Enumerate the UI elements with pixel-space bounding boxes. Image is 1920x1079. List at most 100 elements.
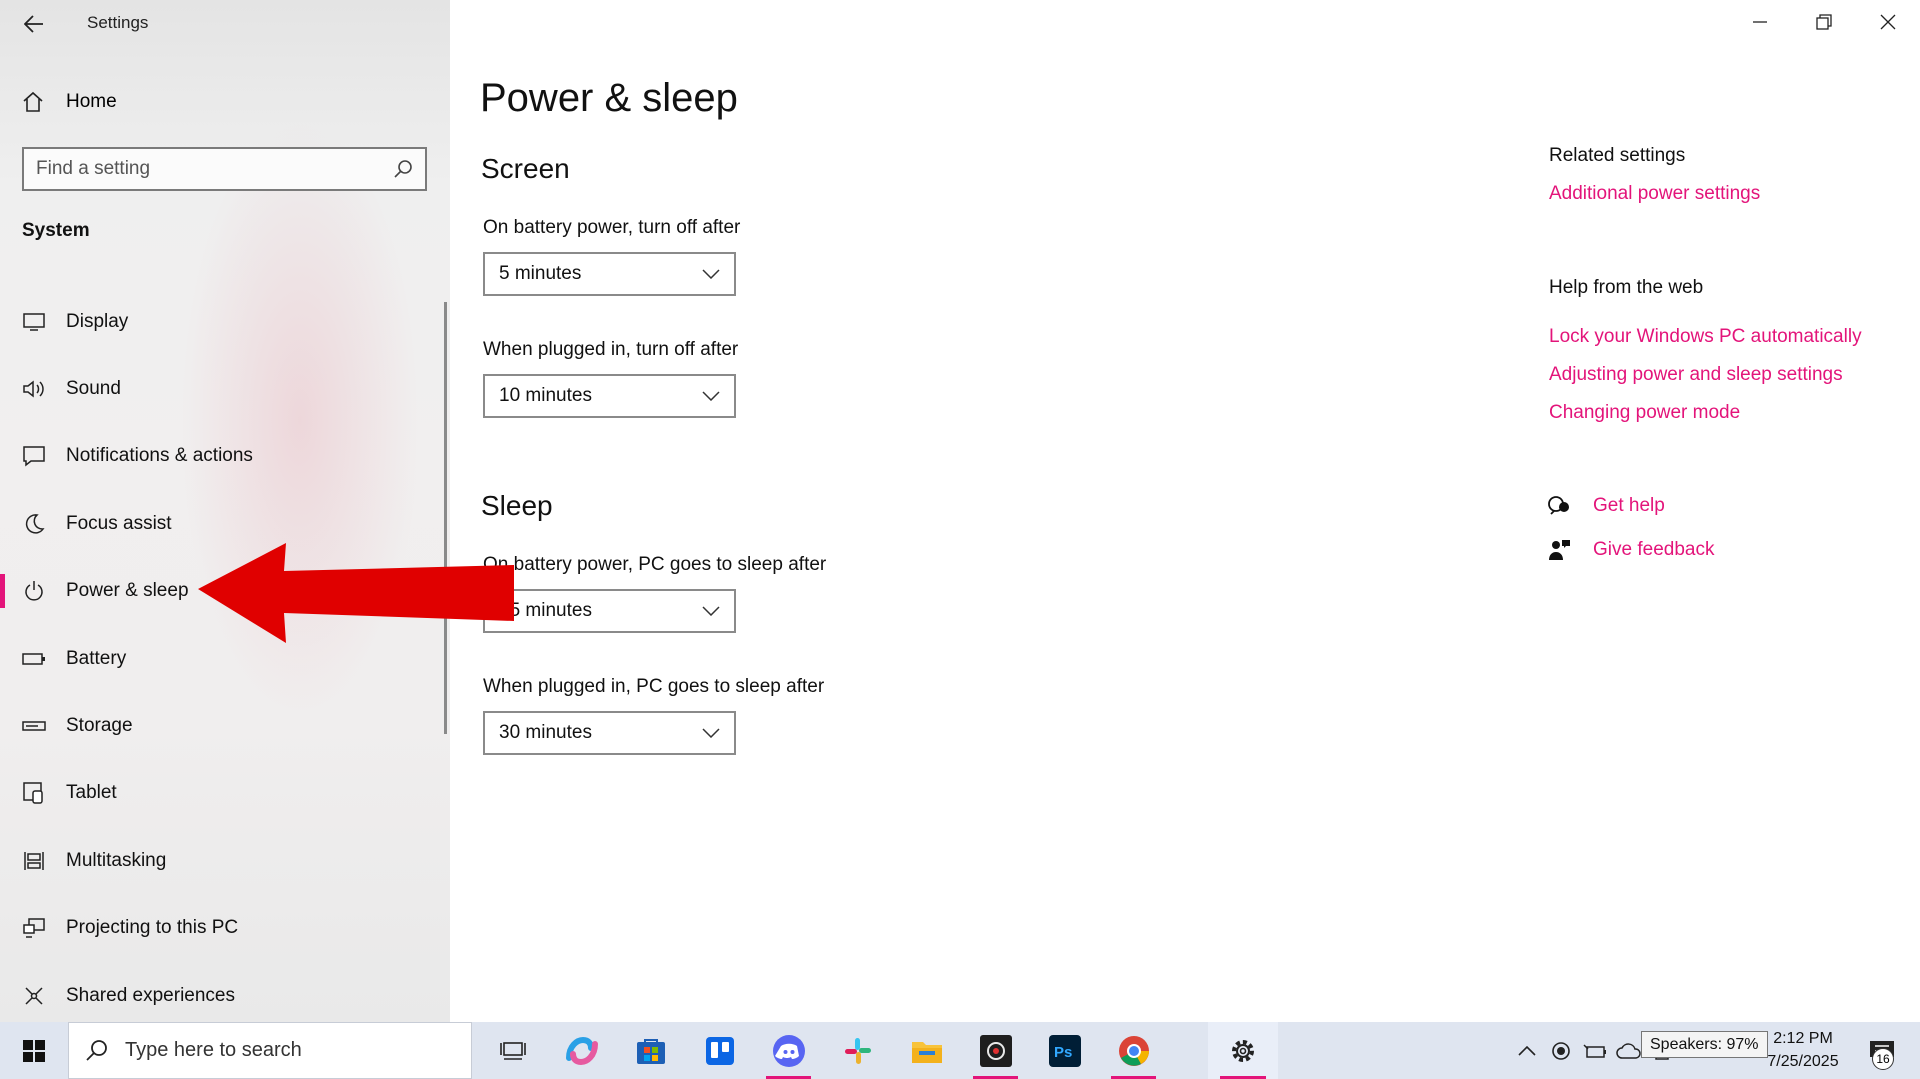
notification-count-badge: 16 [1872,1048,1894,1070]
gear-icon [1232,1039,1254,1062]
sidebar-item-projecting[interactable]: Projecting to this PC [0,895,440,962]
chevron-down-icon [702,391,720,401]
photoshop-button[interactable]: Ps [1030,1022,1099,1079]
tray-overflow-button[interactable] [1510,1022,1544,1079]
monitor-icon [22,310,46,334]
trello-icon [705,1036,734,1065]
chevron-down-icon [702,606,720,616]
task-view-button[interactable] [478,1022,547,1079]
get-help-icon [1548,496,1569,515]
screen-battery-label: On battery power, turn off after [483,217,741,238]
file-explorer-button[interactable] [892,1022,961,1079]
windows-logo-icon [23,1039,45,1062]
record-icon [1552,1041,1570,1060]
restore-button[interactable] [1792,0,1856,44]
sidebar-item-label: Battery [66,647,127,669]
tray-record-button[interactable] [1544,1022,1578,1079]
taskbar-search[interactable]: Type here to search [68,1022,472,1079]
slack-button[interactable] [823,1022,892,1079]
close-button[interactable] [1856,0,1920,44]
tablet-icon [22,781,46,805]
dropdown-value: 30 minutes [499,722,592,743]
help-from-web-heading: Help from the web [1549,277,1704,298]
svg-text:Ps: Ps [1054,1044,1072,1061]
sidebar-item-label: Focus assist [66,512,172,534]
start-button[interactable] [0,1022,68,1079]
chevron-down-icon [702,269,720,279]
settings-taskbar-button[interactable] [1208,1022,1278,1079]
sidebar-scrollbar[interactable] [444,302,447,734]
minimize-button[interactable] [1728,0,1792,44]
sidebar-nav: Display Sound Notifications & actions Fo… [0,288,440,1022]
shared-icon [22,984,46,1008]
back-button[interactable] [18,8,50,40]
search-icon [86,1039,107,1061]
taskbar: Type here to search Ps [0,1022,1920,1079]
dropdown-value: 10 minutes [499,385,592,406]
additional-power-settings-link[interactable]: Additional power settings [1549,183,1760,205]
help-link-adjust-power[interactable]: Adjusting power and sleep settings [1549,364,1843,386]
search-icon[interactable] [393,159,413,179]
discord-icon [772,1034,805,1067]
sidebar-item-sound[interactable]: Sound [0,355,440,422]
search-box[interactable] [22,147,427,191]
projector-icon [22,916,46,940]
slack-icon [844,1037,871,1064]
help-link-power-mode[interactable]: Changing power mode [1549,402,1740,424]
storage-icon [22,714,46,738]
screen-plugged-dropdown[interactable]: 10 minutes [483,374,736,418]
search-input[interactable] [36,158,393,180]
page-title: Power & sleep [480,76,738,120]
task-view-icon [499,1041,526,1060]
moon-icon [22,512,46,536]
taskbar-spacer [1168,1022,1208,1079]
get-help-row[interactable]: Get help [1547,494,1665,518]
tray-battery-button[interactable] [1578,1022,1612,1079]
section-label-system: System [22,220,90,241]
sleep-battery-dropdown[interactable]: 15 minutes [483,589,736,633]
give-feedback-row[interactable]: Give feedback [1547,538,1714,562]
sleep-plugged-dropdown[interactable]: 30 minutes [483,711,736,755]
taskbar-search-placeholder: Type here to search [125,1039,302,1061]
dropdown-value: 5 minutes [499,263,582,284]
window-controls [1728,0,1920,44]
sidebar-item-notifications[interactable]: Notifications & actions [0,423,440,490]
close-icon [1880,14,1896,30]
clock-time: 2:12 PM [1773,1030,1833,1047]
give-feedback-link[interactable]: Give feedback [1593,539,1714,561]
sidebar-item-label: Notifications & actions [66,445,253,467]
sidebar-item-label: Multitasking [66,849,167,871]
obs-icon [979,1034,1012,1067]
sidebar-item-label: Sound [66,378,121,400]
home-icon [23,91,43,112]
sidebar-item-shared-experiences[interactable]: Shared experiences [0,962,440,1022]
sidebar-item-label: Projecting to this PC [66,917,239,939]
sidebar-item-label: Power & sleep [66,580,189,602]
screen-battery-dropdown[interactable]: 5 minutes [483,252,736,296]
related-settings-heading: Related settings [1549,145,1686,166]
taskbar-apps: Ps [478,1022,1278,1079]
cloud-icon [1616,1042,1641,1059]
speaker-icon [22,377,46,401]
copilot-button[interactable] [547,1022,616,1079]
sidebar-item-storage[interactable]: Storage [0,692,440,759]
chrome-button[interactable] [1099,1022,1168,1079]
store-button[interactable] [616,1022,685,1079]
sidebar-home[interactable]: Home [22,84,117,120]
screen-heading: Screen [481,153,570,184]
screen-plugged-label: When plugged in, turn off after [483,339,739,360]
sleep-battery-label: On battery power, PC goes to sleep after [483,554,827,575]
obs-button[interactable] [961,1022,1030,1079]
message-icon [22,444,46,468]
taskbar-clock[interactable]: 2:12 PM 7/25/2025 [1762,1027,1844,1073]
get-help-link[interactable]: Get help [1593,495,1665,517]
chevron-down-icon [702,728,720,738]
sidebar-item-label: Tablet [66,782,117,804]
discord-button[interactable] [754,1022,823,1079]
power-icon [22,579,46,603]
sidebar-item-multitasking[interactable]: Multitasking [0,827,440,894]
trello-button[interactable] [685,1022,754,1079]
help-link-lock-pc[interactable]: Lock your Windows PC automatically [1549,326,1862,348]
sidebar-item-display[interactable]: Display [0,288,440,355]
sidebar-item-tablet[interactable]: Tablet [0,760,440,827]
